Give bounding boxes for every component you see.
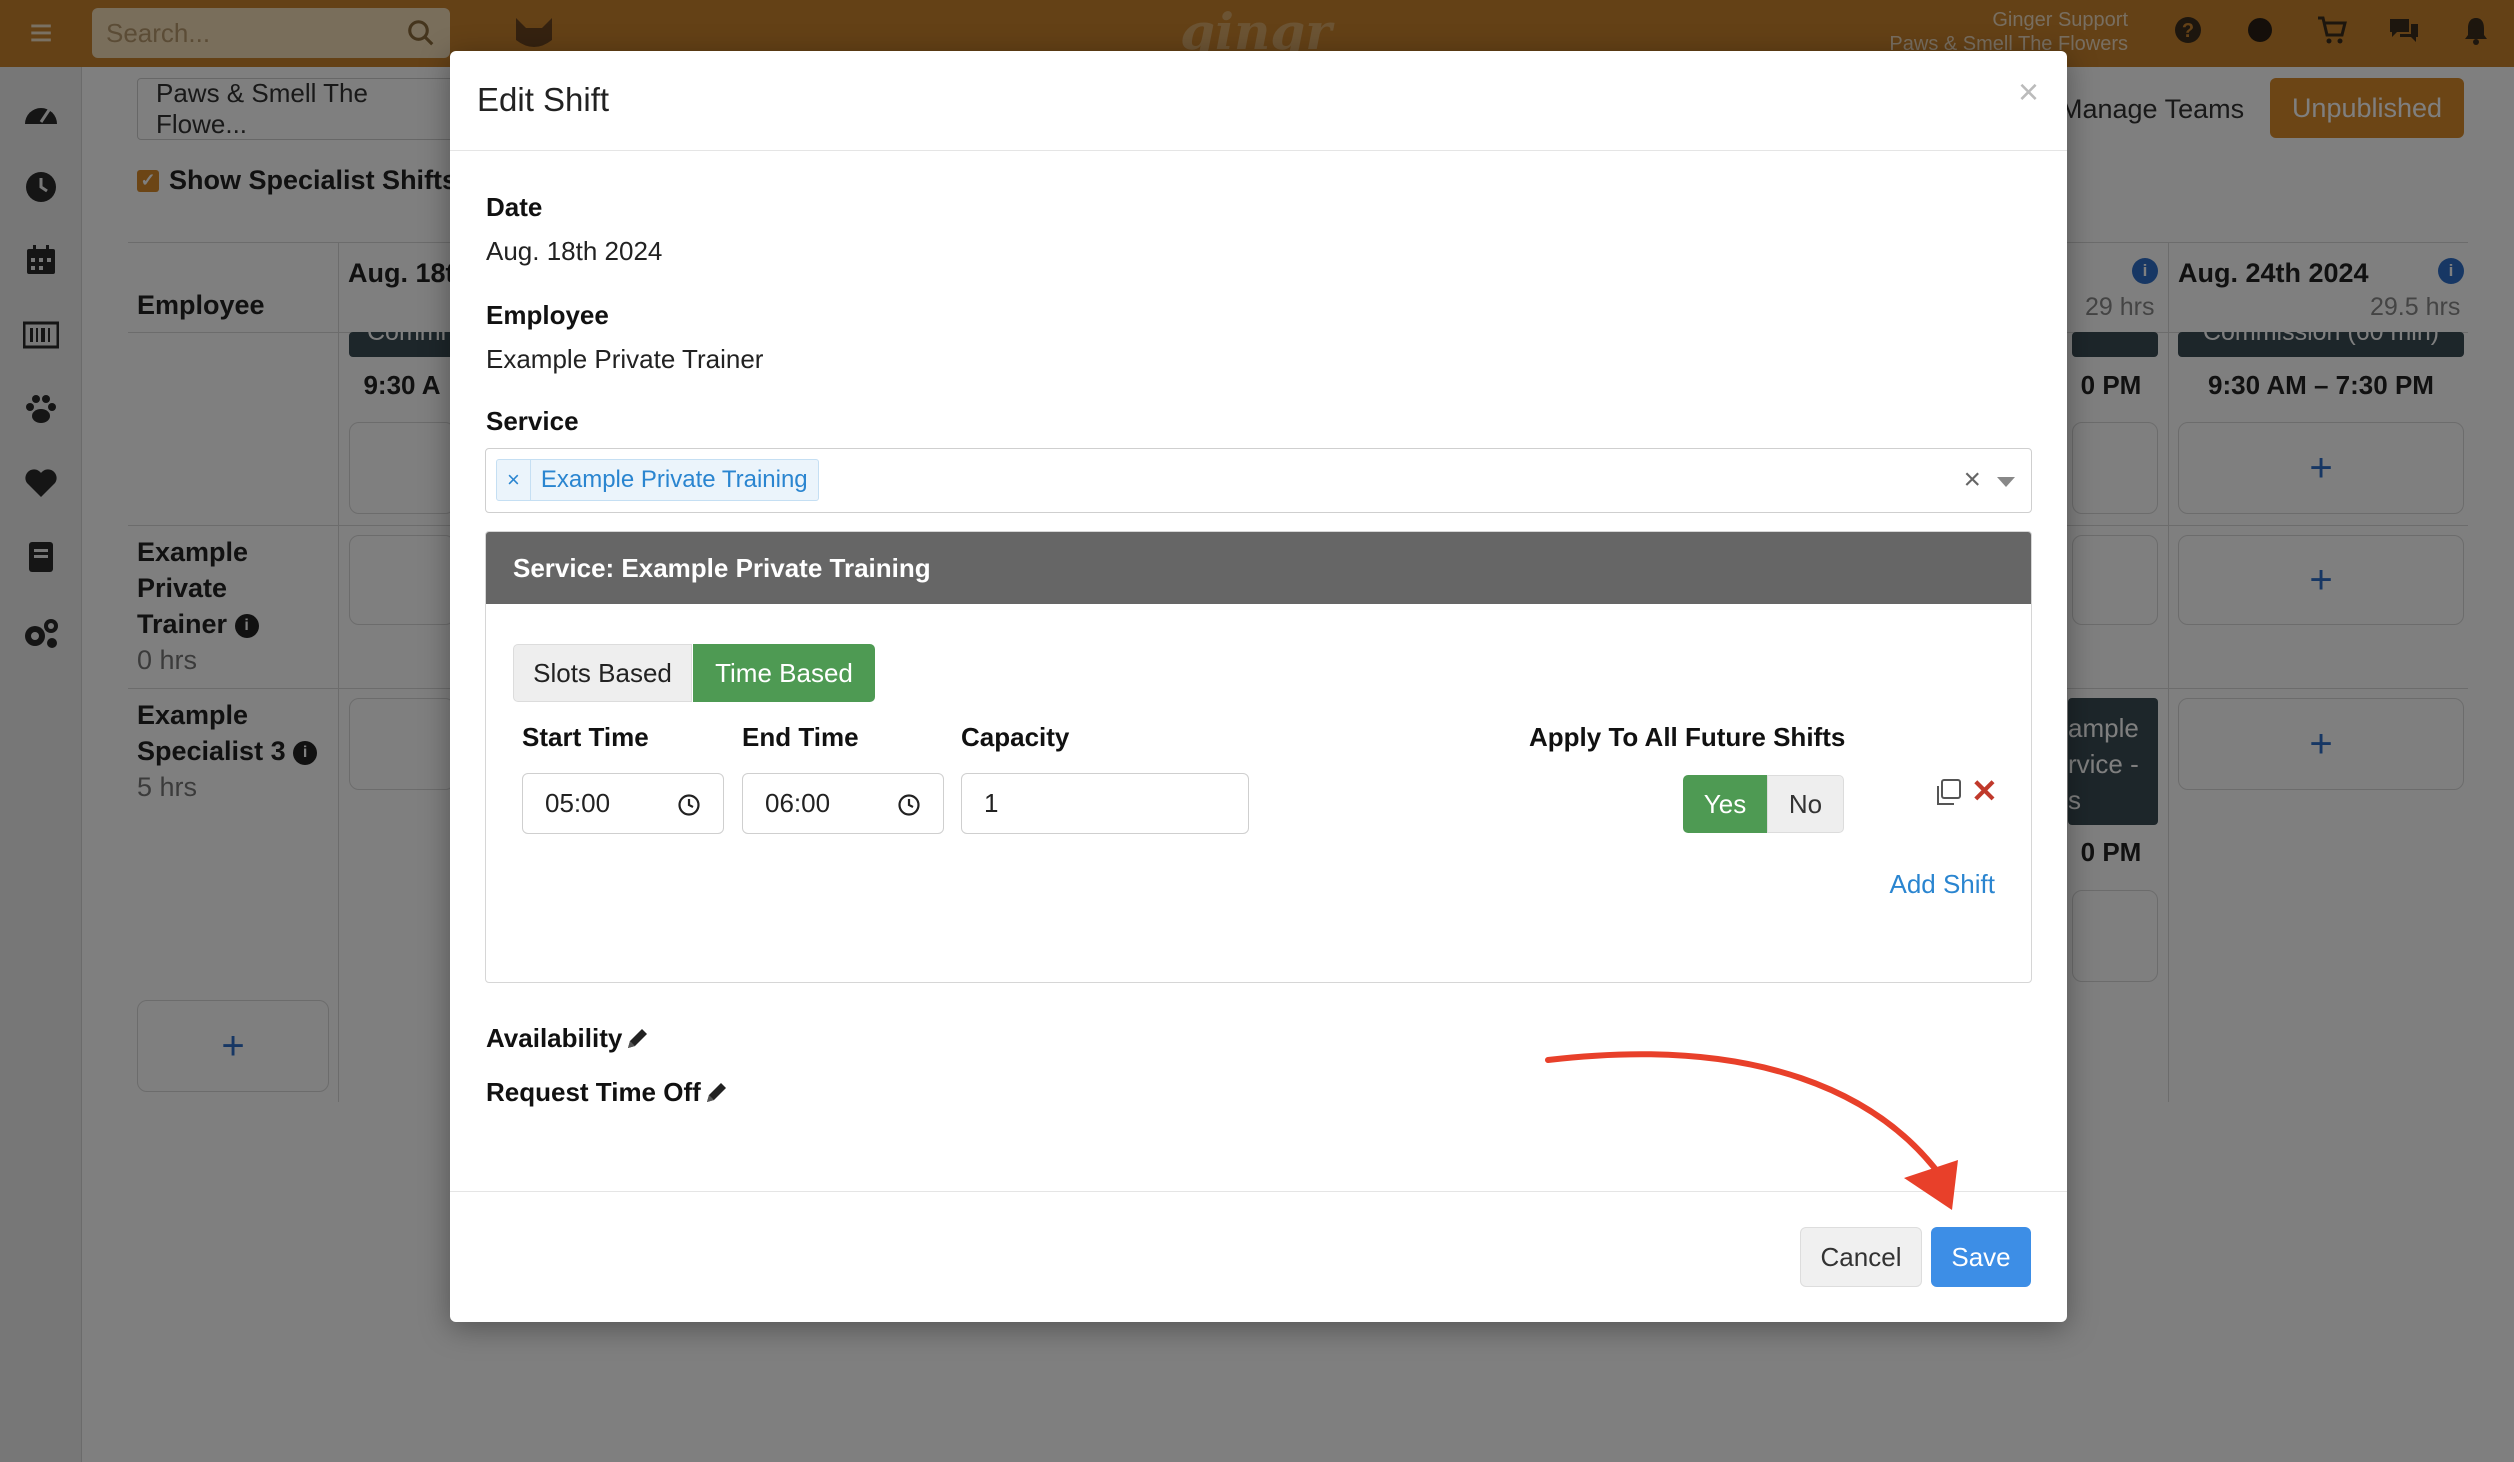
clock-input-icon[interactable] [897,793,921,817]
start-time-value: 05:00 [545,788,611,818]
service-panel: Service: Example Private Training Slots … [485,531,2032,983]
apply-yes-button[interactable]: Yes [1683,775,1767,833]
request-time-off-link[interactable]: Request Time Off [486,1077,729,1108]
cancel-button[interactable]: Cancel [1800,1227,1922,1287]
capacity-label: Capacity [961,722,1070,752]
employee-label: Employee [486,300,609,330]
chevron-down-icon[interactable] [1997,477,2015,487]
service-label: Service [486,406,579,436]
clock-input-icon[interactable] [677,793,701,817]
availability-link[interactable]: Availability [486,1023,650,1054]
pencil-icon[interactable] [703,1080,729,1106]
end-time-label: End Time [742,722,859,752]
end-time-input[interactable]: 06:00 [742,773,944,834]
apply-no-button[interactable]: No [1767,775,1844,833]
clear-selection-icon[interactable]: × [1963,463,1981,497]
apply-future-label: Apply To All Future Shifts [1529,722,1846,752]
modal-title: Edit Shift [477,81,610,118]
remove-tag-icon[interactable]: × [497,460,531,500]
start-time-label: Start Time [522,722,649,752]
request-time-off-label: Request Time Off [486,1077,701,1107]
date-value: Aug. 18th 2024 [486,236,663,266]
edit-shift-modal: Edit Shift × Date Aug. 18th 2024 Employe… [450,51,2067,1322]
service-panel-title: Service: Example Private Training [486,532,2031,604]
end-time-value: 06:00 [765,788,831,818]
date-label: Date [486,192,543,222]
modal-footer: Cancel Save [450,1191,2067,1322]
capacity-input[interactable]: 1 [961,773,1249,834]
add-shift-link[interactable]: Add Shift [1889,869,1995,900]
close-icon[interactable]: × [2018,71,2039,113]
time-based-button[interactable]: Time Based [693,644,875,702]
service-tag: × Example Private Training [496,459,819,501]
copy-icon[interactable] [1933,777,1963,807]
remove-shift-icon[interactable]: ✕ [1971,772,1998,810]
service-tag-label: Example Private Training [540,466,808,493]
start-time-input[interactable]: 05:00 [522,773,724,834]
capacity-value: 1 [984,788,999,818]
modal-header: Edit Shift × [450,51,2067,151]
employee-value: Example Private Trainer [486,344,764,374]
slots-based-button[interactable]: Slots Based [513,644,692,702]
pencil-icon[interactable] [624,1026,650,1052]
save-button[interactable]: Save [1931,1227,2031,1287]
availability-label: Availability [486,1023,623,1053]
service-select[interactable]: × Example Private Training × [485,448,2032,513]
